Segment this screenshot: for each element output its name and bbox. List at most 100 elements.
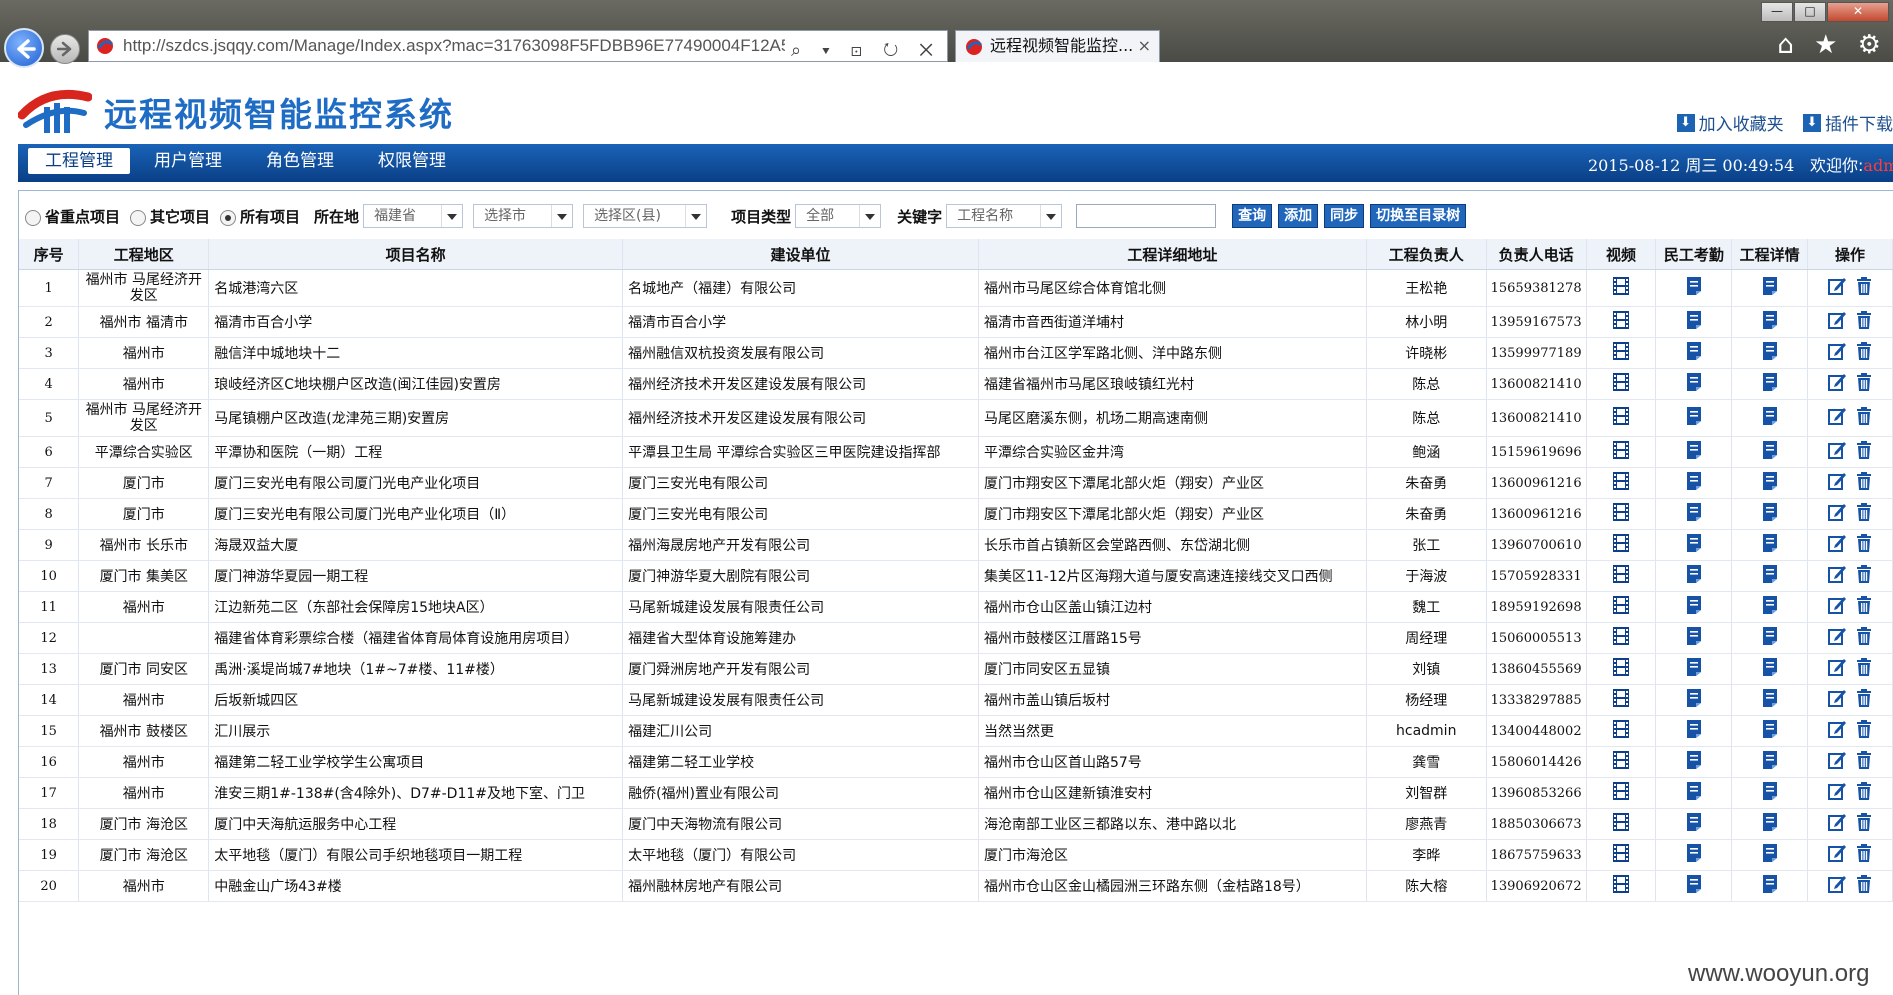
document-icon[interactable] [1685,719,1703,743]
film-icon[interactable] [1611,533,1631,557]
document-icon[interactable] [1685,781,1703,805]
document-icon[interactable] [1761,564,1779,588]
edit-icon[interactable] [1827,812,1847,836]
document-icon[interactable] [1761,812,1779,836]
trash-icon[interactable] [1855,502,1873,526]
keyword-input[interactable] [1076,204,1217,228]
trash-icon[interactable] [1855,276,1873,300]
document-icon[interactable] [1685,657,1703,681]
document-icon[interactable] [1761,341,1779,365]
film-icon[interactable] [1611,440,1631,464]
document-icon[interactable] [1685,471,1703,495]
radio-key-project[interactable] [25,210,41,226]
edit-icon[interactable] [1827,471,1847,495]
trash-icon[interactable] [1855,781,1873,805]
document-icon[interactable] [1685,276,1703,300]
back-button[interactable] [4,28,44,68]
trash-icon[interactable] [1855,657,1873,681]
username[interactable]: admin [1863,156,1893,175]
film-icon[interactable] [1611,781,1631,805]
address-bar[interactable]: http://szdcs.jsqqy.com/Manage/Index.aspx… [88,30,948,62]
trash-icon[interactable] [1855,406,1873,430]
edit-icon[interactable] [1827,657,1847,681]
tab-close-icon[interactable]: × [1138,31,1151,61]
close-window-button[interactable]: ✕ [1827,2,1889,22]
document-icon[interactable] [1761,406,1779,430]
edit-icon[interactable] [1827,310,1847,334]
document-icon[interactable] [1761,626,1779,650]
minimize-button[interactable]: — [1761,2,1793,22]
edit-icon[interactable] [1827,781,1847,805]
document-icon[interactable] [1685,812,1703,836]
film-icon[interactable] [1611,719,1631,743]
edit-icon[interactable] [1827,750,1847,774]
edit-icon[interactable] [1827,276,1847,300]
menu-user-management[interactable]: 用户管理 [138,148,238,174]
trash-icon[interactable] [1855,372,1873,396]
add-favorite-link[interactable]: ⬇ 加入收藏夹 [1676,110,1784,135]
keyword-field-select[interactable]: 工程名称 [946,204,1063,228]
trash-icon[interactable] [1855,471,1873,495]
plugin-download-link[interactable]: ⬇ 插件下载 [1803,110,1893,135]
document-icon[interactable] [1685,440,1703,464]
document-icon[interactable] [1685,502,1703,526]
document-icon[interactable] [1761,502,1779,526]
trash-icon[interactable] [1855,440,1873,464]
film-icon[interactable] [1611,843,1631,867]
document-icon[interactable] [1761,595,1779,619]
trash-icon[interactable] [1855,595,1873,619]
trash-icon[interactable] [1855,626,1873,650]
menu-role-management[interactable]: 角色管理 [250,148,350,174]
film-icon[interactable] [1611,657,1631,681]
film-icon[interactable] [1611,310,1631,334]
edit-icon[interactable] [1827,626,1847,650]
sync-button[interactable]: 同步 [1324,204,1365,228]
switch-catalog-button[interactable]: 切换至目录树 [1370,204,1467,228]
edit-icon[interactable] [1827,533,1847,557]
film-icon[interactable] [1611,341,1631,365]
document-icon[interactable] [1685,406,1703,430]
document-icon[interactable] [1761,471,1779,495]
document-icon[interactable] [1761,750,1779,774]
browser-tab[interactable]: 远程视频智能监控... × [955,30,1160,62]
query-button[interactable]: 查询 [1232,204,1273,228]
trash-icon[interactable] [1855,812,1873,836]
edit-icon[interactable] [1827,874,1847,898]
trash-icon[interactable] [1855,750,1873,774]
document-icon[interactable] [1685,310,1703,334]
edit-icon[interactable] [1827,843,1847,867]
project-type-select[interactable]: 全部 [795,204,882,228]
trash-icon[interactable] [1855,719,1873,743]
film-icon[interactable] [1611,626,1631,650]
trash-icon[interactable] [1855,310,1873,334]
document-icon[interactable] [1761,533,1779,557]
document-icon[interactable] [1685,750,1703,774]
film-icon[interactable] [1611,812,1631,836]
document-icon[interactable] [1761,781,1779,805]
trash-icon[interactable] [1855,564,1873,588]
trash-icon[interactable] [1855,843,1873,867]
film-icon[interactable] [1611,688,1631,712]
trash-icon[interactable] [1855,874,1873,898]
document-icon[interactable] [1761,843,1779,867]
document-icon[interactable] [1685,843,1703,867]
trash-icon[interactable] [1855,533,1873,557]
edit-icon[interactable] [1827,502,1847,526]
edit-icon[interactable] [1827,406,1847,430]
document-icon[interactable] [1761,657,1779,681]
edit-icon[interactable] [1827,564,1847,588]
trash-icon[interactable] [1855,341,1873,365]
browser-toolbar-icons[interactable]: ⌂ ★ ⚙ [1777,30,1887,60]
document-icon[interactable] [1761,874,1779,898]
document-icon[interactable] [1761,719,1779,743]
edit-icon[interactable] [1827,341,1847,365]
edit-icon[interactable] [1827,372,1847,396]
film-icon[interactable] [1611,406,1631,430]
document-icon[interactable] [1685,564,1703,588]
add-button[interactable]: 添加 [1278,204,1319,228]
edit-icon[interactable] [1827,595,1847,619]
edit-icon[interactable] [1827,440,1847,464]
maximize-button[interactable]: □ [1794,2,1826,22]
document-icon[interactable] [1685,688,1703,712]
menu-project-management[interactable]: 工程管理 [28,148,130,174]
